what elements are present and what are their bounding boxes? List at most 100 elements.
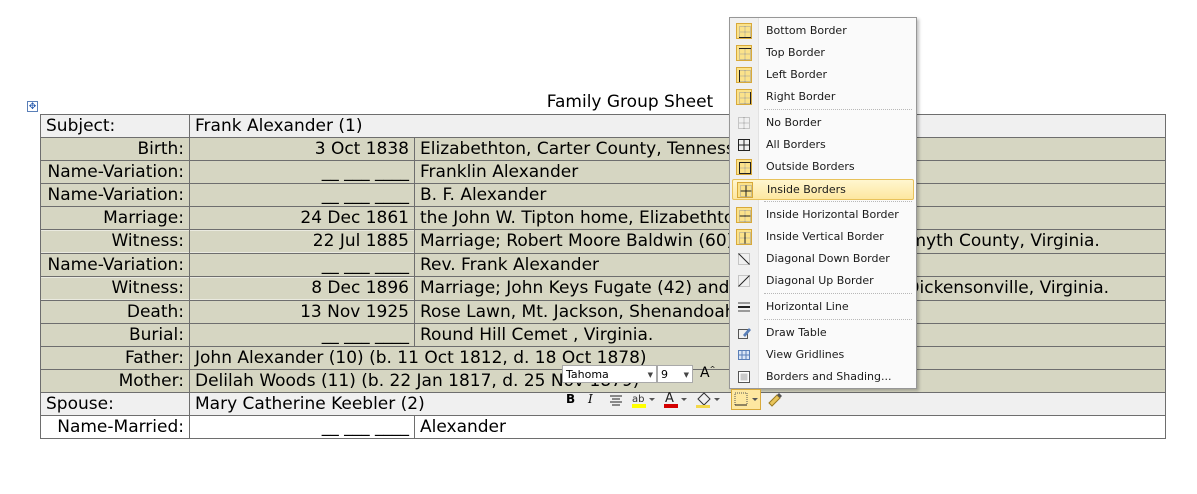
event-label-cell[interactable]: Father: [40, 346, 190, 370]
bold-button[interactable]: B [566, 392, 575, 406]
event-label-cell[interactable]: Spouse: [40, 392, 190, 416]
menu-item-label: Diagonal Down Border [766, 252, 890, 265]
date-cell[interactable]: __ ___ ____ [189, 253, 415, 277]
menu-item-label: Inside Vertical Border [766, 230, 884, 243]
document-page: ✥ Family Group Sheet Subject: Frank Alexa… [0, 0, 1197, 494]
menu-item-bottom-border[interactable]: Bottom Border [732, 21, 914, 42]
event-label-cell[interactable]: Mother: [40, 369, 190, 393]
highlight-color-icon[interactable]: ab [631, 391, 655, 409]
menu-item-label: Left Border [766, 68, 828, 81]
date-cell[interactable]: __ ___ ____ [189, 415, 415, 439]
mini-toolbar-row-font: Tahoma ▼ 9 ▼ A^ [561, 364, 786, 386]
italic-label: I [588, 392, 593, 406]
italic-button[interactable]: I [588, 392, 593, 406]
date-cell[interactable]: __ ___ ____ [189, 160, 415, 184]
bottom-border-icon [736, 23, 752, 39]
event-label-cell[interactable]: Birth: [40, 137, 190, 161]
table-row: Name-Variation: __ ___ ____ Rev. Frank Ale… [40, 253, 1166, 277]
event-label-cell[interactable]: Death: [40, 300, 190, 324]
font-name-value: Tahoma [566, 368, 609, 381]
table-row: Name-Variation: __ ___ ____ Franklin Alexa… [40, 160, 1166, 184]
grow-font-button[interactable]: A^ [700, 365, 715, 381]
menu-separator [764, 293, 912, 294]
date-cell[interactable]: 3 Oct 1838 [189, 137, 415, 161]
date-cell[interactable]: 13 Nov 1925 [189, 300, 415, 324]
table-row: Witness: 22 Jul 1885 Marriage; Robert Moor… [40, 229, 1166, 254]
menu-item-inside-horizontal-border[interactable]: Inside Horizontal Border [732, 205, 914, 226]
menu-item-right-border[interactable]: Right Border [732, 87, 914, 108]
date-cell[interactable]: 22 Jul 1885 [189, 229, 415, 254]
event-label-cell[interactable]: Witness: [40, 229, 190, 254]
menu-item-draw-table[interactable]: Draw Table [732, 323, 914, 344]
center-align-icon[interactable] [609, 394, 623, 406]
menu-item-all-borders[interactable]: All Borders [732, 135, 914, 156]
all-borders-icon [736, 137, 752, 153]
menu-item-view-gridlines[interactable]: View Gridlines [732, 345, 914, 366]
menu-item-label: Bottom Border [766, 24, 847, 37]
menu-item-label: View Gridlines [766, 348, 845, 361]
menu-item-label: Outside Borders [766, 160, 855, 173]
event-label-cell[interactable]: Name-Married: [40, 415, 190, 439]
menu-item-inside-borders[interactable]: Inside Borders [732, 179, 914, 200]
borders-dropdown-menu: Bottom Border Top Border Left Border Right … [729, 17, 917, 389]
draw-table-icon [736, 325, 752, 341]
event-label-cell[interactable]: Name-Variation: [40, 253, 190, 277]
font-size-select[interactable]: 9 ▼ [657, 365, 693, 383]
left-border-icon [736, 67, 752, 83]
chevron-down-icon: ▼ [647, 371, 653, 379]
table-row: Name-Married: __ ___ ____ Alexander [40, 415, 1166, 439]
menu-item-outside-borders[interactable]: Outside Borders [732, 157, 914, 178]
event-label-cell[interactable]: Witness: [40, 276, 190, 301]
menu-item-label: Diagonal Up Border [766, 274, 874, 287]
menu-item-left-border[interactable]: Left Border [732, 65, 914, 86]
top-border-icon [736, 45, 752, 61]
horizontal-line-icon [736, 299, 752, 315]
page-title: Family Group Sheet [546, 92, 714, 112]
date-cell[interactable]: 24 Dec 1861 [189, 206, 415, 230]
table-row: Marriage: 24 Dec 1861 the John W. Tipton h… [40, 206, 1166, 230]
inside-borders-icon [737, 182, 753, 198]
date-cell[interactable]: 8 Dec 1896 [189, 276, 415, 301]
format-painter-icon[interactable] [766, 390, 784, 408]
event-label-cell[interactable]: Name-Variation: [40, 183, 190, 207]
chevron-down-icon: ▼ [683, 371, 689, 379]
menu-item-diagonal-down-border[interactable]: Diagonal Down Border [732, 249, 914, 270]
place-cell[interactable]: Alexander [414, 415, 1166, 439]
mini-toolbar: Tahoma ▼ 9 ▼ A^ B I ab A [561, 364, 786, 412]
mini-toolbar-row-format: B I ab A [561, 388, 786, 412]
inside-vertical-border-icon [736, 229, 752, 245]
date-cell[interactable]: __ ___ ____ [189, 183, 415, 207]
grow-font-label: A [700, 365, 710, 381]
diagonal-up-border-icon [736, 273, 752, 289]
table-row: Witness: 8 Dec 1896 Marriage; John Keys Fu… [40, 276, 1166, 301]
table-row: Burial: __ ___ ____ Round Hill Cemet , Vir… [40, 323, 1166, 347]
menu-item-diagonal-up-border[interactable]: Diagonal Up Border [732, 271, 914, 292]
event-label-cell[interactable]: Name-Variation: [40, 160, 190, 184]
menu-item-label: Top Border [766, 46, 825, 59]
event-label-cell[interactable]: Subject: [40, 114, 190, 138]
table-row: Name-Variation: __ ___ ____ B. F. Alexande… [40, 183, 1166, 207]
right-border-icon [736, 89, 752, 105]
shading-bucket-icon[interactable] [695, 390, 721, 410]
font-name-select[interactable]: Tahoma ▼ [562, 365, 657, 383]
menu-item-no-border[interactable]: No Border [732, 113, 914, 134]
menu-item-label: All Borders [766, 138, 826, 151]
name-cell[interactable]: Frank Alexander (1) [189, 114, 1166, 138]
no-border-icon [736, 115, 752, 131]
menu-item-inside-vertical-border[interactable]: Inside Vertical Border [732, 227, 914, 248]
font-color-icon[interactable]: A [663, 390, 687, 410]
outside-borders-icon [736, 159, 752, 175]
event-label-cell[interactable]: Burial: [40, 323, 190, 347]
inside-horizontal-border-icon [736, 207, 752, 223]
menu-item-label: Inside Borders [767, 183, 846, 196]
menu-item-top-border[interactable]: Top Border [732, 43, 914, 64]
menu-separator [764, 109, 912, 110]
borders-dropdown-button[interactable] [731, 389, 761, 410]
event-label-cell[interactable]: Marriage: [40, 206, 190, 230]
menu-item-label: Inside Horizontal Border [766, 208, 899, 221]
table-row: Death: 13 Nov 1925 Rose Lawn, Mt. Jackson,… [40, 300, 1166, 324]
menu-item-horizontal-line[interactable]: Horizontal Line [732, 297, 914, 318]
menu-item-label: Horizontal Line [766, 300, 849, 313]
date-cell[interactable]: __ ___ ____ [189, 323, 415, 347]
menu-separator [764, 319, 912, 320]
